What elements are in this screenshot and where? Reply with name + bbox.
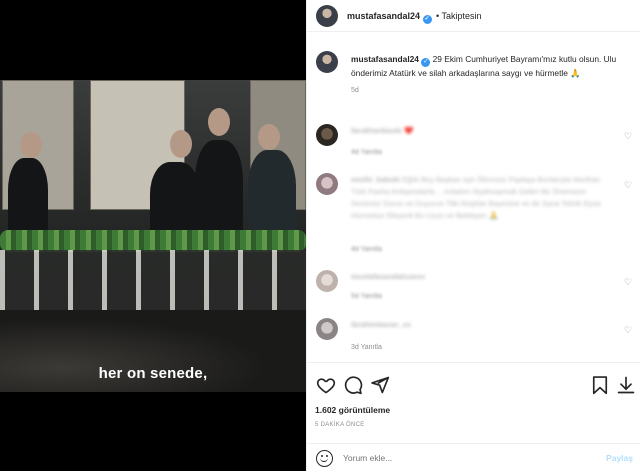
post-header: mustafasandal24 ✓ • Takiptesin xyxy=(307,0,640,32)
person-figure xyxy=(195,140,243,240)
comment-composer: Paylaş xyxy=(307,443,640,471)
post-side-panel: mustafasandal24 ✓ • Takiptesin mustafasa… xyxy=(306,0,640,471)
post-comment-button[interactable]: Paylaş xyxy=(606,453,633,463)
view-count[interactable]: 1.602 görüntüleme xyxy=(315,405,390,415)
comment-meta[interactable]: 3d Yanıtla xyxy=(351,344,382,351)
caption-text: mustafasandal24 ✓ 29 Ekim Cumhuriyet Bay… xyxy=(351,53,633,97)
bookmark-icon[interactable] xyxy=(590,375,610,395)
person-figure xyxy=(8,158,48,238)
comment-input[interactable] xyxy=(343,451,583,465)
person-head xyxy=(258,124,280,150)
download-icon[interactable] xyxy=(616,375,636,395)
caption-age: 5d xyxy=(351,87,359,94)
heart-icon[interactable] xyxy=(316,375,336,395)
comment-text: ibrahimbaran_xx xyxy=(351,319,617,331)
person-head xyxy=(208,108,230,136)
comment-username[interactable]: ibrahimbaran_xx xyxy=(351,320,411,329)
comment-username[interactable]: farukhanbaski xyxy=(351,126,402,135)
garland-decoration xyxy=(0,230,306,252)
person-head xyxy=(170,130,192,158)
share-icon[interactable] xyxy=(370,375,390,395)
follow-status[interactable]: • Takiptesin xyxy=(436,11,482,21)
comment-like-heart-icon[interactable]: ♡ xyxy=(624,132,633,141)
instagram-post-window: her on senede, mustafasandal24 ✓ • Takip… xyxy=(0,0,640,471)
comment-avatar[interactable] xyxy=(316,124,338,146)
emoji-mouth xyxy=(320,458,328,462)
comment-body: ❤️ xyxy=(403,126,414,135)
post-video[interactable]: her on senede, xyxy=(0,80,306,392)
comment-avatar[interactable] xyxy=(316,270,338,292)
comment-text: nezihi_kabule Eğlık Bey Başkan aylı Ölüm… xyxy=(351,174,617,222)
emoji-icon[interactable] xyxy=(316,450,333,467)
verified-badge-icon: ✓ xyxy=(421,58,431,67)
caption-username[interactable]: mustafasandal24 xyxy=(351,54,419,64)
post-timestamp[interactable]: 5 DAKİKA ÖNCE xyxy=(315,422,365,428)
comment-meta[interactable]: 5d Yanıtla xyxy=(351,293,382,300)
comment-like-heart-icon[interactable]: ♡ xyxy=(624,326,633,335)
comment-meta[interactable]: 4d Yanıtla xyxy=(351,246,382,253)
comment-text: farukhanbaski ❤️ xyxy=(351,125,617,137)
comment-text: mustafasandalxuoxx xyxy=(351,271,617,283)
post-actions: 1.602 görüntüleme 5 DAKİKA ÖNCE xyxy=(307,362,640,452)
author-username-text[interactable]: mustafasandal24 xyxy=(347,11,420,21)
comment-username[interactable]: nezihi_kabule xyxy=(351,175,400,184)
comment-icon[interactable] xyxy=(343,375,363,395)
person-head xyxy=(20,132,42,158)
video-subtitle: her on senede, xyxy=(98,365,208,382)
media-pane: her on senede, xyxy=(0,0,306,471)
person-figure xyxy=(248,150,296,240)
comment-username[interactable]: mustafasandalxuoxx xyxy=(351,272,425,281)
verified-badge-icon: ✓ xyxy=(422,15,432,24)
comment-like-heart-icon[interactable]: ♡ xyxy=(624,278,633,287)
author-username[interactable]: mustafasandal24 ✓ xyxy=(347,11,432,24)
follow-status-label[interactable]: Takiptesin xyxy=(442,11,482,21)
caption-avatar[interactable] xyxy=(316,51,338,73)
comment-avatar[interactable] xyxy=(316,173,338,195)
comment-meta[interactable]: 4d Yanıtla xyxy=(351,149,382,156)
comment-like-heart-icon[interactable]: ♡ xyxy=(624,181,633,190)
comment-avatar[interactable] xyxy=(316,318,338,340)
author-avatar[interactable] xyxy=(316,5,338,27)
